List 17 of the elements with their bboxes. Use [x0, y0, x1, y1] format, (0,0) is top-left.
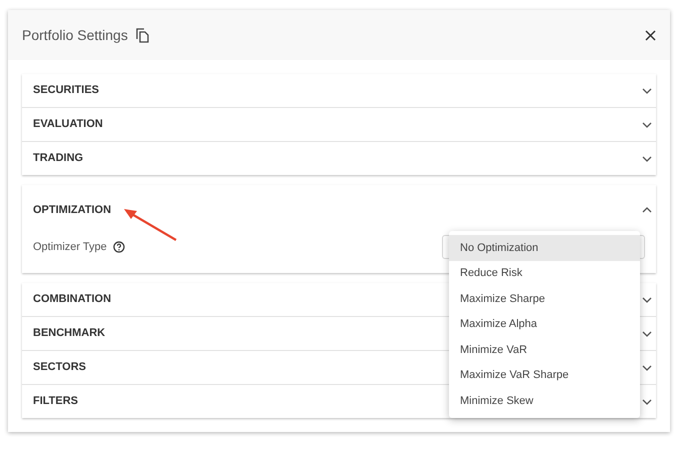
- menu-item[interactable]: Maximize VaR Sharpe: [449, 362, 640, 388]
- section-title[interactable]: EVALUATION: [33, 116, 103, 133]
- section-title[interactable]: OPTIMIZATION: [33, 202, 112, 218]
- menu-item[interactable]: Maximize Sharpe: [449, 286, 640, 312]
- section-title[interactable]: BENCHMARK: [33, 325, 106, 342]
- menu-item[interactable]: No Optimization: [449, 235, 640, 260]
- section-title[interactable]: SECURITIES: [33, 82, 100, 99]
- section-title[interactable]: COMBINATION: [33, 291, 112, 308]
- field-label: Optimizer Type: [33, 240, 107, 255]
- menu-item[interactable]: Maximize Alpha: [449, 312, 640, 337]
- section-title[interactable]: TRADING: [33, 150, 84, 167]
- section-title[interactable]: SECTORS: [33, 359, 86, 376]
- menu-item[interactable]: Minimize VaR: [449, 337, 640, 362]
- menu-item[interactable]: Minimize Skew: [449, 388, 640, 414]
- section-title[interactable]: FILTERS: [33, 393, 78, 410]
- menu-item[interactable]: Reduce Risk: [449, 260, 640, 286]
- dialog-title: Portfolio Settings: [22, 26, 128, 45]
